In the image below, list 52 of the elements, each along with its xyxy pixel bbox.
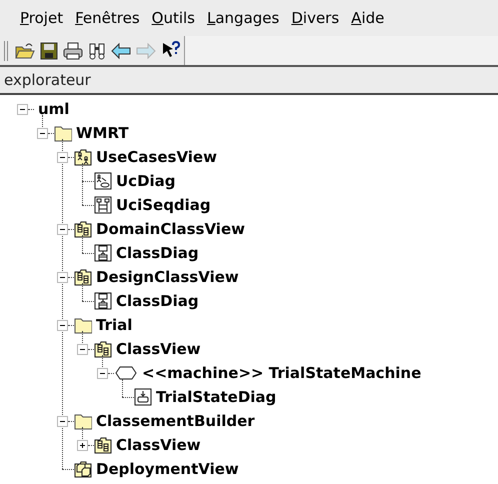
tree-item-label[interactable]: ClassView xyxy=(116,434,201,456)
menu-item[interactable]: Outils xyxy=(152,6,195,30)
collapse-toggle[interactable] xyxy=(37,128,48,138)
collapse-toggle[interactable] xyxy=(57,320,68,330)
sequence-diagram-icon xyxy=(94,196,112,214)
tree-item-label[interactable]: UcDiag xyxy=(116,170,176,192)
collapse-toggle[interactable] xyxy=(17,104,28,114)
tree-item-label[interactable]: ClassDiag xyxy=(116,290,199,312)
open-folder-icon[interactable] xyxy=(15,42,35,60)
collapse-toggle[interactable] xyxy=(97,368,108,378)
tree-item-label[interactable]: UciSeqdiag xyxy=(116,194,211,216)
panel-title: explorateur xyxy=(4,70,91,91)
tree-item-label[interactable]: ClassementBuilder xyxy=(96,410,255,432)
menu-item[interactable]: Fenêtres xyxy=(75,6,140,30)
tree-item-label[interactable]: ClassDiag xyxy=(116,242,199,264)
class-folder-icon xyxy=(94,436,112,454)
nodes-folder-icon xyxy=(74,460,92,478)
tree-item-label[interactable]: DomainClassView xyxy=(96,218,245,240)
class-folder-icon xyxy=(74,220,92,238)
collapse-toggle[interactable] xyxy=(77,344,88,354)
menu-item[interactable]: Langages xyxy=(207,6,280,30)
tree-item-label[interactable]: UseCasesView xyxy=(96,146,217,168)
tree-item-label[interactable]: WMRT xyxy=(76,122,129,144)
class-diagram-icon xyxy=(94,244,112,262)
menu-item[interactable]: Divers xyxy=(291,6,340,30)
tree-item-label[interactable]: DesignClassView xyxy=(96,266,239,288)
printer-icon[interactable] xyxy=(63,42,83,60)
menu-item[interactable]: Aide xyxy=(351,6,384,30)
tree-item-label[interactable]: uml xyxy=(38,98,70,120)
folder-icon xyxy=(74,412,92,430)
left-arrow-icon[interactable] xyxy=(111,42,131,60)
collapse-toggle[interactable] xyxy=(57,224,68,234)
state-diagram-icon xyxy=(134,388,152,406)
tree-item-label[interactable]: TrialStateDiag xyxy=(156,386,276,408)
tree-item-label[interactable]: DeploymentView xyxy=(96,458,239,480)
tree-item-label[interactable]: Trial xyxy=(96,314,132,336)
menu-item[interactable]: Projet xyxy=(20,6,64,30)
class-folder-icon xyxy=(74,268,92,286)
actors-folder-icon xyxy=(74,148,92,166)
folder-icon xyxy=(54,124,72,142)
collapse-toggle[interactable] xyxy=(57,272,68,282)
expand-toggle[interactable] xyxy=(77,440,88,450)
tree-item-label[interactable]: <<machine>> TrialStateMachine xyxy=(142,362,422,384)
folder-icon xyxy=(74,316,92,334)
collapse-toggle[interactable] xyxy=(57,416,68,426)
use-case-diagram-icon xyxy=(94,172,112,190)
class-folder-icon xyxy=(94,340,112,358)
class-diagram-icon xyxy=(94,292,112,310)
state-icon xyxy=(114,365,138,381)
collapse-toggle[interactable] xyxy=(57,152,68,162)
binoculars-icon[interactable] xyxy=(88,42,106,60)
tree-item-label[interactable]: ClassView xyxy=(116,338,201,360)
